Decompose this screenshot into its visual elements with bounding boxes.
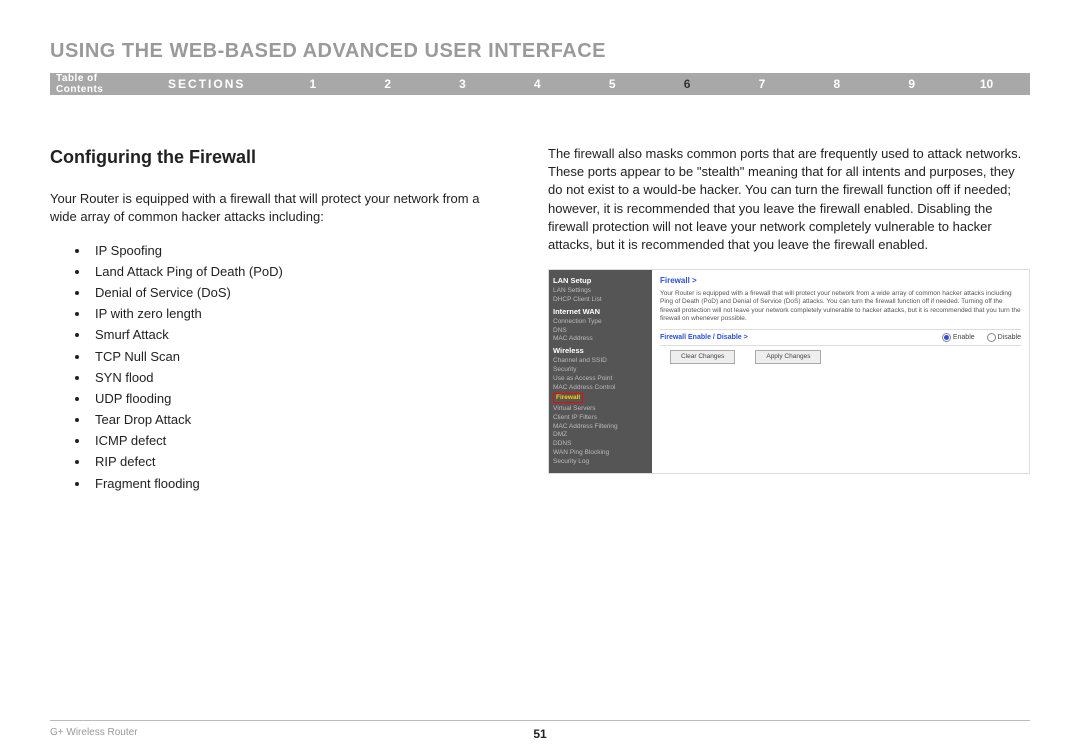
section-link-3[interactable]: 3: [425, 77, 500, 91]
section-heading: Configuring the Firewall: [50, 145, 508, 170]
section-link-4[interactable]: 4: [500, 77, 575, 91]
section-link-5[interactable]: 5: [575, 77, 650, 91]
enable-radio: Enable: [942, 333, 975, 342]
radio-off-icon: [987, 333, 996, 342]
enable-label: Enable: [953, 334, 975, 342]
chapter-title: USING THE WEB-BASED ADVANCED USER INTERF…: [50, 40, 1030, 63]
attacks-list: IP Spoofing Land Attack Ping of Death (P…: [50, 242, 508, 493]
section-link-2[interactable]: 2: [350, 77, 425, 91]
intro-text: Your Router is equipped with a firewall …: [50, 190, 508, 226]
list-item: UDP flooding: [90, 390, 508, 408]
left-column: Configuring the Firewall Your Router is …: [50, 145, 508, 496]
sidebar-item: DMZ: [553, 431, 648, 439]
list-item: Land Attack Ping of Death (PoD): [90, 263, 508, 281]
right-paragraph: The firewall also masks common ports tha…: [548, 145, 1030, 254]
page-number: 51: [533, 727, 546, 741]
button-row: Clear Changes Apply Changes: [670, 350, 1021, 364]
firewall-enable-row: Firewall Enable / Disable > Enable Disab…: [660, 329, 1021, 346]
list-item: Fragment flooding: [90, 475, 508, 493]
sidebar-item: WAN Ping Blocking: [553, 449, 648, 457]
list-item: SYN flood: [90, 369, 508, 387]
sidebar-head-lan: LAN Setup: [553, 276, 648, 285]
section-link-10[interactable]: 10: [949, 77, 1024, 91]
radio-on-icon: [942, 333, 951, 342]
list-item: IP with zero length: [90, 305, 508, 323]
sidebar-item-firewall: Firewall: [553, 393, 583, 403]
sidebar-item: Connection Type: [553, 318, 648, 326]
section-link-8[interactable]: 8: [799, 77, 874, 91]
right-column: The firewall also masks common ports tha…: [548, 145, 1030, 496]
sidebar-item: Client IP Filters: [553, 414, 648, 422]
section-link-1[interactable]: 1: [275, 77, 350, 91]
sidebar-head-wan: Internet WAN: [553, 307, 648, 316]
list-item: ICMP defect: [90, 432, 508, 450]
sidebar-item: DNS: [553, 327, 648, 335]
sidebar-item: Virtual Servers: [553, 405, 648, 413]
sidebar-item: MAC Address Control: [553, 384, 648, 392]
sections-bar: Table of Contents SECTIONS 1 2 3 4 5 6 7…: [50, 73, 1030, 95]
sidebar-item: Security: [553, 366, 648, 374]
router-main: Firewall > Your Router is equipped with …: [652, 270, 1029, 473]
sidebar-item: Use as Access Point: [553, 375, 648, 383]
sidebar-item: DHCP Client List: [553, 296, 648, 304]
list-item: RIP defect: [90, 453, 508, 471]
section-link-6[interactable]: 6: [650, 77, 725, 91]
sidebar-item: Security Log: [553, 458, 648, 466]
table-of-contents-link[interactable]: Table of Contents: [56, 73, 148, 95]
list-item: Tear Drop Attack: [90, 411, 508, 429]
firewall-desc: Your Router is equipped with a firewall …: [660, 290, 1021, 324]
firewall-title: Firewall >: [660, 276, 1021, 286]
section-link-7[interactable]: 7: [725, 77, 800, 91]
router-ui-screenshot: LAN Setup LAN Settings DHCP Client List …: [548, 269, 1030, 474]
sidebar-item: MAC Address Filtering: [553, 423, 648, 431]
list-item: IP Spoofing: [90, 242, 508, 260]
page-footer: G+ Wireless Router 51: [50, 720, 1030, 738]
sidebar-head-wireless: Wireless: [553, 346, 648, 355]
sidebar-item: DDNS: [553, 440, 648, 448]
sections-label: SECTIONS: [168, 77, 245, 91]
list-item: TCP Null Scan: [90, 348, 508, 366]
clear-changes-button: Clear Changes: [670, 350, 735, 364]
router-sidebar: LAN Setup LAN Settings DHCP Client List …: [549, 270, 652, 473]
sidebar-item: MAC Address: [553, 335, 648, 343]
section-link-9[interactable]: 9: [874, 77, 949, 91]
firewall-enable-label: Firewall Enable / Disable >: [660, 334, 942, 342]
apply-changes-button: Apply Changes: [755, 350, 821, 364]
sidebar-item: LAN Settings: [553, 287, 648, 295]
list-item: Denial of Service (DoS): [90, 284, 508, 302]
list-item: Smurf Attack: [90, 326, 508, 344]
disable-label: Disable: [998, 334, 1021, 342]
disable-radio: Disable: [987, 333, 1021, 342]
sidebar-item: Channel and SSID: [553, 357, 648, 365]
